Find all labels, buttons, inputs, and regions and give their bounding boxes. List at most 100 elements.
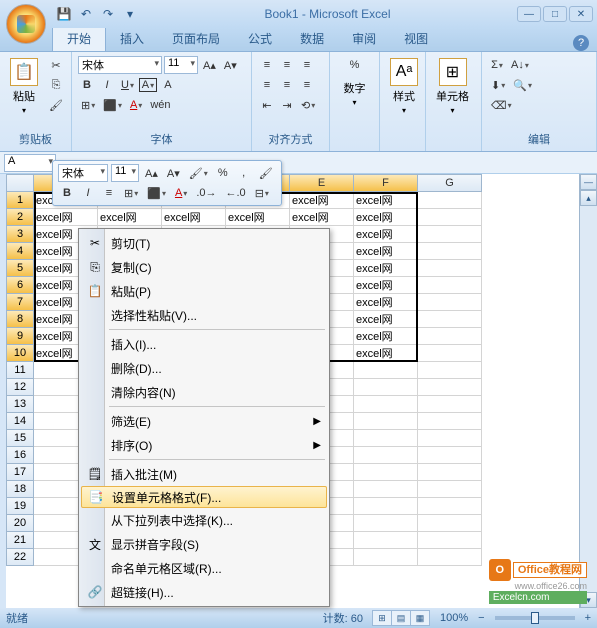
cell[interactable] — [418, 447, 482, 464]
cell[interactable]: excel网 — [34, 209, 98, 226]
view-layout-icon[interactable]: ▤ — [391, 610, 411, 626]
zoom-slider[interactable] — [495, 616, 575, 620]
font-change-icon[interactable]: A — [159, 76, 177, 94]
copy-icon[interactable]: ⎘ — [46, 76, 66, 94]
redo-icon[interactable]: ↷ — [100, 6, 116, 22]
mini-fill-icon[interactable]: ⬛ — [144, 184, 169, 202]
save-icon[interactable]: 💾 — [56, 6, 72, 22]
col-header[interactable]: G — [418, 174, 482, 192]
help-icon[interactable]: ? — [573, 35, 589, 51]
zoom-in-icon[interactable]: + — [585, 612, 591, 624]
view-normal-icon[interactable]: ⊞ — [372, 610, 392, 626]
ctx-item[interactable]: 文显示拼音字段(S) — [81, 532, 327, 556]
row-header[interactable]: 2 — [6, 209, 34, 226]
cell[interactable]: excel网 — [354, 345, 418, 362]
tab-0[interactable]: 开始 — [52, 25, 106, 51]
mini-merge-icon[interactable]: ⊟ — [252, 184, 272, 202]
ctx-item[interactable]: 📑设置单元格格式(F)... — [81, 486, 327, 508]
cell[interactable]: excel网 — [354, 243, 418, 260]
align-center-icon[interactable]: ≡ — [278, 76, 296, 94]
row-header[interactable]: 4 — [6, 243, 34, 260]
row-header[interactable]: 21 — [6, 532, 34, 549]
view-pagebreak-icon[interactable]: ▦ — [410, 610, 430, 626]
cell[interactable] — [354, 549, 418, 566]
ctx-item[interactable]: 插入(I)... — [81, 332, 327, 356]
row-header[interactable]: 5 — [6, 260, 34, 277]
name-box[interactable]: A — [4, 154, 56, 172]
underline-button[interactable]: U — [118, 76, 137, 94]
cell[interactable] — [354, 532, 418, 549]
cell[interactable] — [354, 413, 418, 430]
cell[interactable] — [418, 481, 482, 498]
italic-button[interactable]: I — [98, 76, 116, 94]
cell[interactable] — [354, 430, 418, 447]
row-header[interactable]: 14 — [6, 413, 34, 430]
align-top-icon[interactable]: ≡ — [258, 56, 276, 74]
cell[interactable]: excel网 — [354, 192, 418, 209]
tab-1[interactable]: 插入 — [106, 26, 158, 51]
row-header[interactable]: 20 — [6, 515, 34, 532]
cell[interactable] — [418, 430, 482, 447]
close-button[interactable]: ✕ — [569, 6, 593, 22]
cell[interactable] — [354, 515, 418, 532]
cell[interactable]: excel网 — [226, 209, 290, 226]
office-button[interactable] — [6, 4, 46, 44]
align-left-icon[interactable]: ≡ — [258, 76, 276, 94]
shrink-font-icon[interactable]: A▾ — [221, 56, 240, 74]
cell[interactable]: excel网 — [354, 209, 418, 226]
mini-bold-icon[interactable]: B — [58, 184, 76, 202]
col-header[interactable]: F — [354, 174, 418, 192]
cell[interactable] — [418, 311, 482, 328]
row-header[interactable]: 13 — [6, 396, 34, 413]
bold-button[interactable]: B — [78, 76, 96, 94]
ctx-item[interactable]: 筛选(E)▶ — [81, 409, 327, 433]
row-header[interactable]: 9 — [6, 328, 34, 345]
ctx-item[interactable]: 📋粘贴(P) — [81, 279, 327, 303]
find-button[interactable]: 🔍 — [510, 76, 535, 94]
ctx-item[interactable]: ✂剪切(T) — [81, 231, 327, 255]
row-header[interactable]: 6 — [6, 277, 34, 294]
autosum-button[interactable]: Σ — [488, 56, 506, 74]
mini-grow-font-icon[interactable]: A▴ — [142, 164, 161, 182]
grow-font-icon[interactable]: A▴ — [200, 56, 219, 74]
row-header[interactable]: 8 — [6, 311, 34, 328]
view-buttons[interactable]: ⊞ ▤ ▦ — [373, 610, 430, 626]
align-mid-icon[interactable]: ≡ — [278, 56, 296, 74]
col-header[interactable]: E — [290, 174, 354, 192]
cell[interactable] — [418, 328, 482, 345]
row-header[interactable]: 19 — [6, 498, 34, 515]
orient-icon[interactable]: ⟲ — [298, 96, 318, 114]
ctx-item[interactable]: 选择性粘贴(V)... — [81, 303, 327, 327]
cell[interactable] — [418, 362, 482, 379]
cell[interactable] — [418, 345, 482, 362]
ctx-item[interactable]: 🔗超链接(H)... — [81, 580, 327, 604]
row-header[interactable]: 15 — [6, 430, 34, 447]
mini-style-icon[interactable]: 🖌 — [186, 164, 211, 182]
scroll-split-icon[interactable]: — — [580, 174, 597, 190]
qat-customize-icon[interactable]: ▾ — [122, 6, 138, 22]
border-button[interactable]: ⊞ — [78, 96, 98, 114]
font-color-button[interactable]: A — [127, 96, 145, 114]
cell[interactable]: excel网 — [354, 277, 418, 294]
ctx-item[interactable]: 删除(D)... — [81, 356, 327, 380]
tab-3[interactable]: 公式 — [234, 26, 286, 51]
mini-size-combo[interactable]: 11 — [111, 164, 139, 182]
cell[interactable]: excel网 — [354, 226, 418, 243]
cell[interactable]: excel网 — [290, 192, 354, 209]
fill-color-button[interactable]: ⬛ — [100, 96, 125, 114]
tab-4[interactable]: 数据 — [286, 26, 338, 51]
mini-dec-dec-icon[interactable]: ←.0 — [223, 184, 249, 202]
format-painter-icon[interactable]: 🖌 — [46, 96, 66, 114]
tab-6[interactable]: 视图 — [390, 26, 442, 51]
cell[interactable]: excel网 — [354, 311, 418, 328]
cell[interactable] — [418, 396, 482, 413]
cell[interactable] — [418, 379, 482, 396]
maximize-button[interactable]: □ — [543, 6, 567, 22]
cell[interactable]: excel网 — [354, 294, 418, 311]
cell[interactable] — [418, 464, 482, 481]
cell[interactable] — [354, 447, 418, 464]
row-header[interactable]: 1 — [6, 192, 34, 209]
mini-fontcolor-icon[interactable]: A — [172, 184, 190, 202]
cell[interactable] — [418, 260, 482, 277]
cell[interactable] — [354, 379, 418, 396]
